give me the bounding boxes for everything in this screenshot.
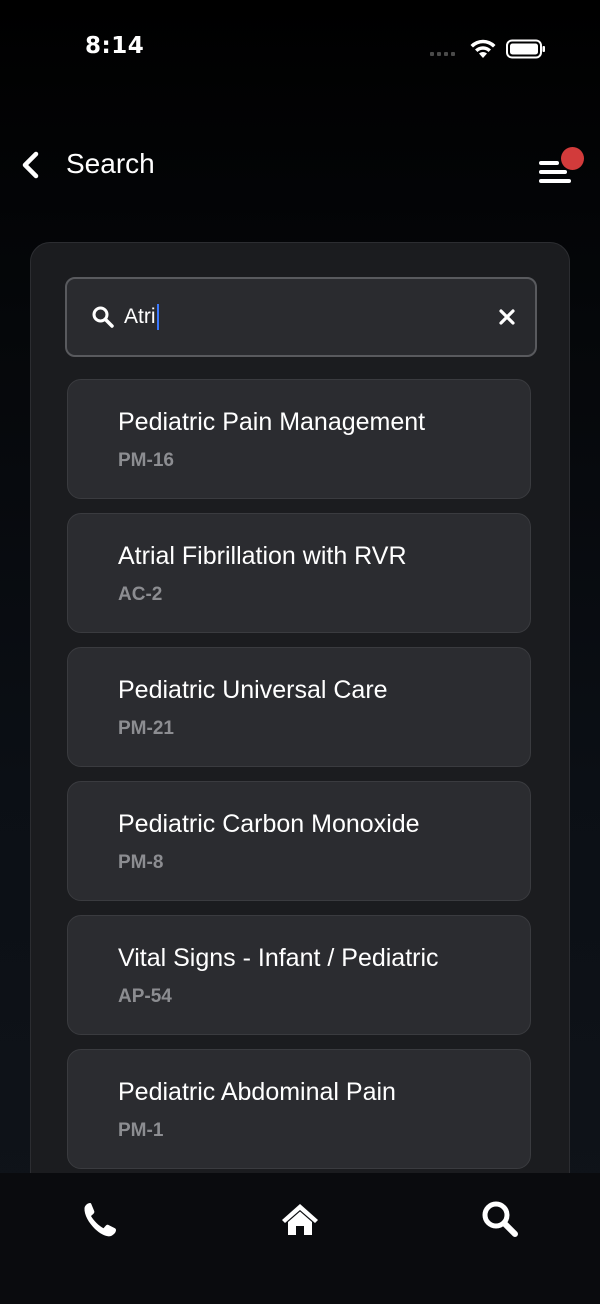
result-card[interactable]: Pediatric Pain Management PM-16 (67, 379, 531, 499)
search-value: Atri (124, 305, 156, 328)
search-input-text[interactable]: Atri (124, 304, 159, 330)
result-title: Pediatric Universal Care (118, 676, 388, 704)
result-code: AP-54 (118, 986, 172, 1007)
status-time: 8:14 (85, 33, 145, 59)
result-card[interactable]: Atrial Fibrillation with RVR AC-2 (67, 513, 531, 633)
result-card[interactable]: Pediatric Universal Care PM-21 (67, 647, 531, 767)
result-card[interactable]: Vital Signs - Infant / Pediatric AP-54 (67, 915, 531, 1035)
result-code: PM-8 (118, 852, 164, 873)
page-title: Search (66, 148, 155, 179)
header: Search (0, 130, 600, 200)
search-panel: Atri Pediatric Pain Management PM-16 Atr… (30, 242, 570, 1204)
result-card[interactable]: Pediatric Carbon Monoxide PM-8 (67, 781, 531, 901)
back-chevron-icon[interactable] (18, 150, 44, 180)
notification-badge (561, 147, 584, 170)
search-icon[interactable] (480, 1199, 520, 1239)
result-title: Pediatric Pain Management (118, 408, 426, 436)
cellular-signal-icon (430, 52, 455, 56)
text-caret (156, 304, 159, 330)
home-icon[interactable] (280, 1199, 320, 1239)
result-code: PM-21 (118, 718, 174, 739)
result-code: PM-1 (118, 1120, 164, 1141)
result-code: PM-16 (118, 450, 174, 471)
search-icon (92, 306, 114, 328)
result-title: Pediatric Carbon Monoxide (118, 810, 420, 838)
result-title: Vital Signs - Infant / Pediatric (118, 944, 439, 972)
tab-bar (0, 1173, 600, 1304)
result-code: AC-2 (118, 584, 163, 605)
result-title: Pediatric Abdominal Pain (118, 1078, 396, 1106)
phone-icon[interactable] (80, 1199, 120, 1239)
result-title: Atrial Fibrillation with RVR (118, 542, 407, 570)
result-list: Pediatric Pain Management PM-16 Atrial F… (67, 379, 533, 1183)
wifi-icon (470, 39, 496, 58)
close-icon[interactable] (498, 308, 516, 326)
status-bar: 8:14 (0, 0, 600, 96)
search-input[interactable]: Atri (65, 277, 537, 357)
result-card[interactable]: Pediatric Abdominal Pain PM-1 (67, 1049, 531, 1169)
menu-button[interactable] (536, 144, 584, 188)
battery-icon (506, 39, 545, 59)
